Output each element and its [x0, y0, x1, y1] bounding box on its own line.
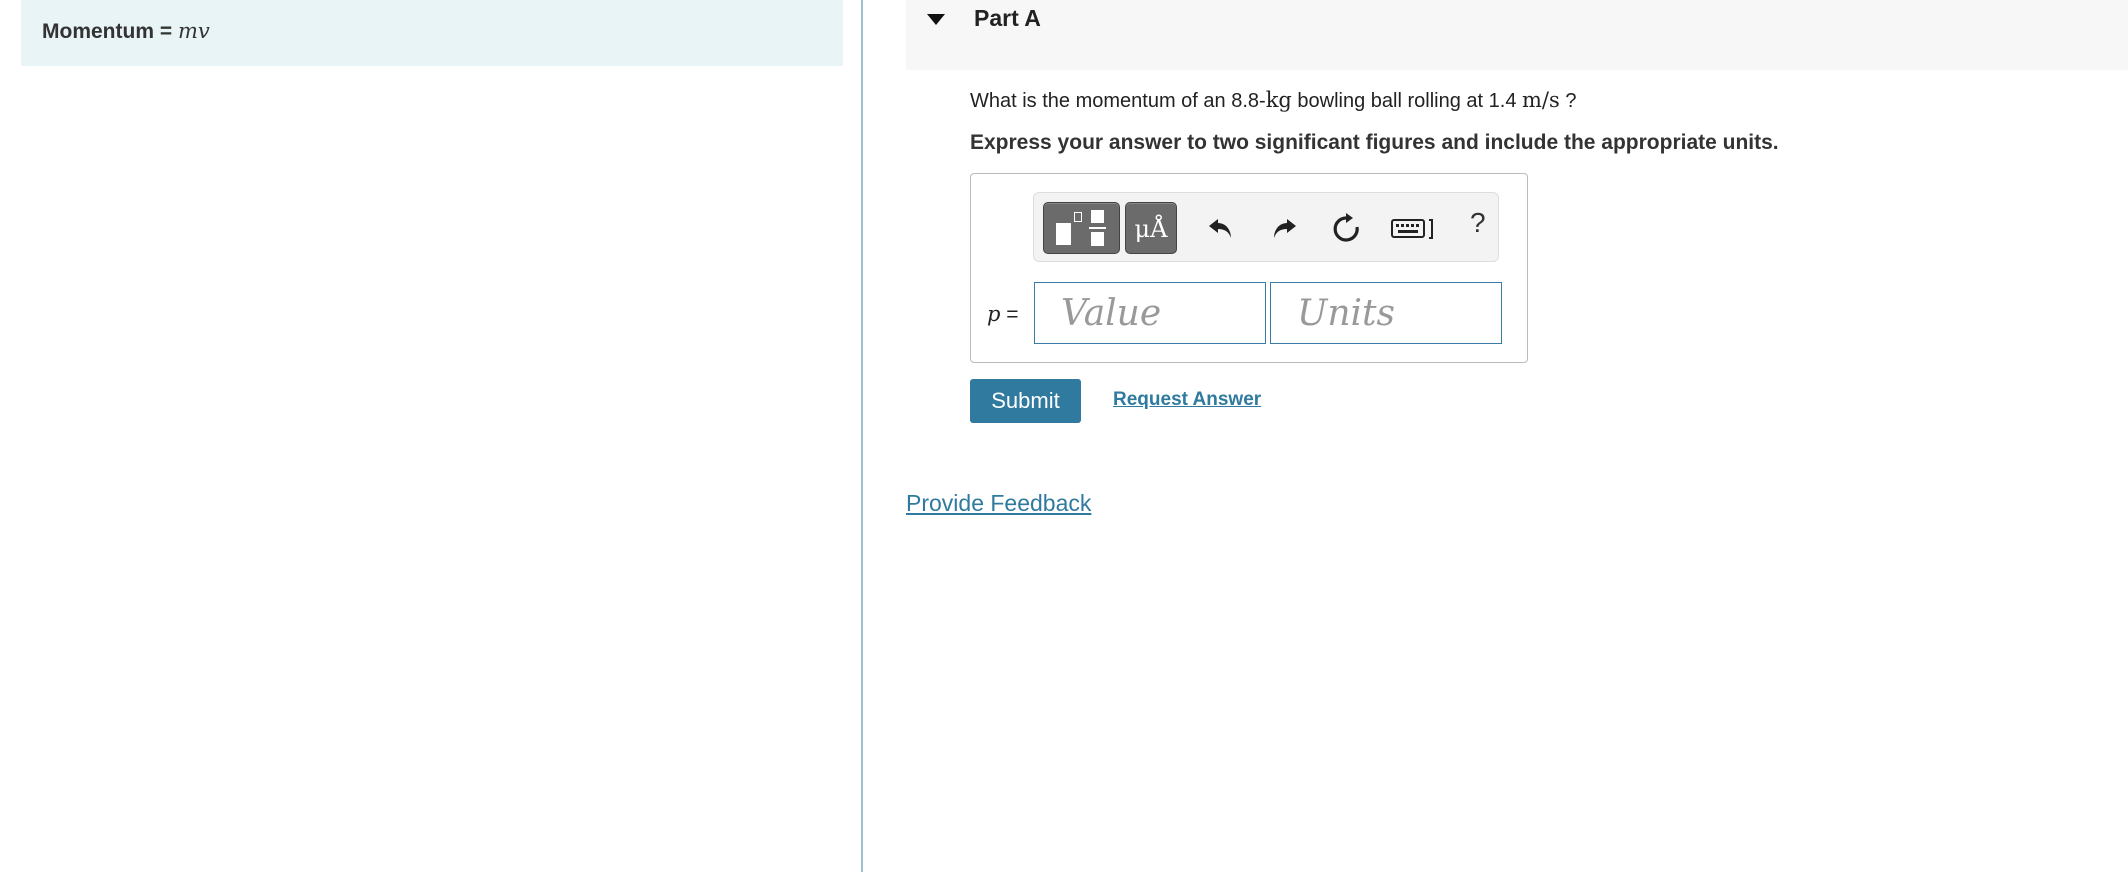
provide-feedback-link[interactable]: Provide Feedback — [906, 490, 1091, 517]
collapse-caret-icon[interactable] — [927, 14, 945, 25]
value-input[interactable] — [1034, 282, 1266, 344]
answer-variable: p — [987, 302, 1001, 326]
question-mid: bowling ball rolling at 1.4 — [1291, 90, 1522, 112]
formula-hint: Momentum = mv — [21, 0, 843, 66]
symbols-button[interactable]: μÅ — [1125, 202, 1177, 254]
question-mass-unit: kg — [1265, 88, 1292, 112]
question-pre: What is the momentum of an 8.8- — [970, 90, 1266, 112]
reset-icon[interactable] — [1330, 211, 1364, 245]
templates-button[interactable] — [1043, 202, 1120, 254]
help-button[interactable]: ? — [1470, 207, 1486, 239]
units-input[interactable] — [1270, 282, 1502, 344]
part-header[interactable]: Part A — [906, 0, 2128, 70]
hint-panel: Momentum = mv — [0, 0, 862, 872]
answer-variable-label: p = — [987, 302, 1019, 327]
answer-instruction: Express your answer to two significant f… — [970, 131, 1779, 154]
panel-divider — [861, 0, 863, 872]
question-post: ? — [1559, 90, 1577, 112]
part-title: Part A — [974, 5, 1041, 31]
request-answer-link[interactable]: Request Answer — [1113, 389, 1261, 411]
hint-label: Momentum — [42, 20, 154, 43]
keyboard-icon[interactable] — [1391, 217, 1437, 241]
hint-equals: = — [154, 20, 178, 43]
hint-formula: mv — [177, 19, 210, 43]
question-text: What is the momentum of an 8.8-kg bowlin… — [970, 88, 1576, 113]
question-speed-unit: m/s — [1522, 88, 1560, 112]
math-toolbar: μÅ ? — [1033, 192, 1499, 262]
answer-box: μÅ ? p = — [970, 173, 1528, 363]
answer-equals: = — [1000, 303, 1019, 326]
redo-icon[interactable] — [1267, 211, 1301, 245]
undo-icon[interactable] — [1204, 211, 1238, 245]
submit-button[interactable]: Submit — [970, 379, 1081, 423]
